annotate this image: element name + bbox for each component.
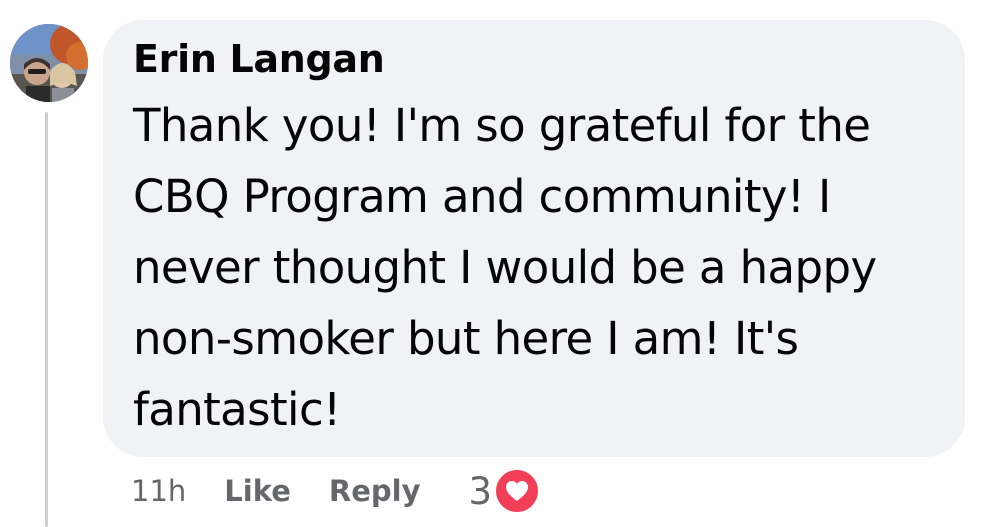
comment-bubble: Erin Langan Thank you! I'm so grateful f…	[103, 20, 965, 457]
reaction-summary[interactable]: 3	[469, 468, 541, 514]
comment-author[interactable]: Erin Langan	[133, 37, 385, 81]
comment-timestamp[interactable]: 11h	[131, 474, 186, 508]
comment: Erin Langan Thank you! I'm so grateful f…	[0, 0, 1000, 527]
comment-text: Thank you! I'm so grateful for the CBQ P…	[133, 99, 877, 436]
reply-button[interactable]: Reply	[329, 474, 421, 508]
avatar[interactable]	[10, 24, 88, 102]
heart-icon	[494, 468, 541, 514]
thread-line	[45, 112, 48, 527]
reaction-count: 3	[468, 469, 493, 513]
comment-actions: 11h Like Reply 3	[131, 468, 541, 514]
like-button[interactable]: Like	[224, 474, 291, 508]
